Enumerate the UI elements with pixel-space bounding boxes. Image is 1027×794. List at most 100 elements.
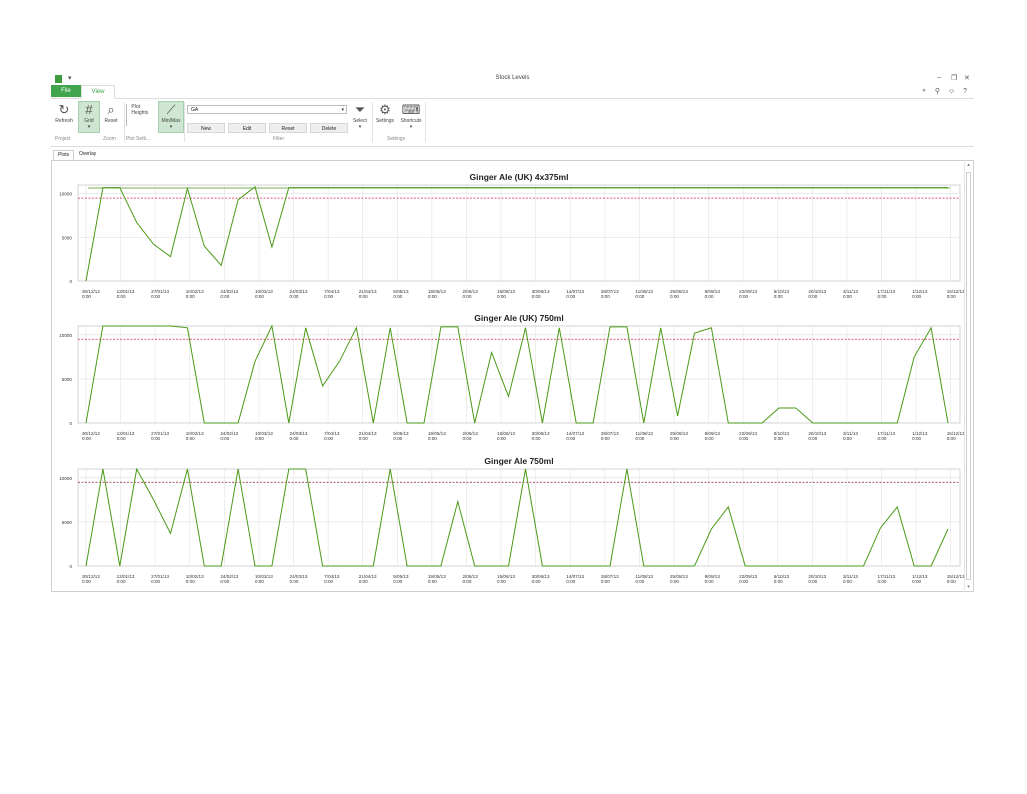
group-label-filter: Filter <box>273 136 285 142</box>
x-tick-time: 0:00 <box>843 436 852 441</box>
x-tick-time: 0:00 <box>497 294 506 299</box>
x-tick-time: 0:00 <box>359 579 368 584</box>
filter-combobox[interactable]: GA ▾ <box>187 105 347 114</box>
x-tick-time: 0:00 <box>255 436 264 441</box>
chart-title: Ginger Ale (UK) 750ml <box>474 313 563 323</box>
reset-filter-button[interactable]: Reset <box>269 123 307 133</box>
x-tick-time: 0:00 <box>912 579 921 584</box>
x-tick-time: 0:00 <box>393 436 402 441</box>
refresh-label: Refresh <box>55 118 73 124</box>
tab-file[interactable]: File <box>51 85 81 97</box>
x-tick-time: 0:00 <box>808 579 817 584</box>
x-tick-time: 0:00 <box>947 579 956 584</box>
refresh-icon: ↻ <box>58 102 70 117</box>
grid-button[interactable]: # Grid ▾ <box>78 101 100 133</box>
x-tick-time: 0:00 <box>670 436 679 441</box>
scroll-up-arrow[interactable]: ▴ <box>965 162 972 168</box>
plot-area <box>77 184 961 282</box>
refresh-button[interactable]: ↻ Refresh <box>53 102 75 124</box>
x-tick-time: 0:00 <box>220 436 229 441</box>
line-chart-icon: ⟋ <box>166 102 176 117</box>
edit-filter-button[interactable]: Edit <box>228 123 266 133</box>
x-tick-time: 0:00 <box>566 294 575 299</box>
new-filter-button[interactable]: New <box>187 123 225 133</box>
gear-icon: ⚙ <box>379 102 391 117</box>
x-tick-time: 0:00 <box>670 294 679 299</box>
y-tick-label: 5000 <box>62 520 73 525</box>
chevron-down-icon[interactable]: ▾ <box>341 106 344 115</box>
vertical-scrollbar[interactable]: ▴ ▾ <box>964 162 972 590</box>
y-tick-label: 10000 <box>59 192 72 197</box>
x-tick-time: 0:00 <box>566 579 575 584</box>
x-tick-time: 0:00 <box>82 294 91 299</box>
tab-overlay[interactable]: Overlay <box>75 150 100 159</box>
x-tick-time: 0:00 <box>532 579 541 584</box>
app-window: ▾ Stock Levels – ❐ ✕ File View ⚬ ⚲ ☺ ? ↻… <box>51 72 974 592</box>
x-tick-time: 0:00 <box>324 436 333 441</box>
slider-track[interactable] <box>126 104 127 126</box>
plot-heights-label: Plot Heights <box>131 104 149 116</box>
minimize-button[interactable]: – <box>937 74 941 81</box>
zoom-reset-label: Reset <box>104 118 118 124</box>
delete-filter-button[interactable]: Delete <box>310 123 348 133</box>
restore-button[interactable]: ❐ <box>951 74 957 82</box>
y-tick-label: 0 <box>69 564 72 569</box>
x-tick-time: 0:00 <box>532 436 541 441</box>
chart-title: Ginger Ale (UK) 4x375ml <box>470 172 569 182</box>
chart-title: Ginger Ale 750ml <box>484 456 553 466</box>
scroll-down-arrow[interactable]: ▾ <box>965 584 972 590</box>
x-tick-time: 0:00 <box>739 294 748 299</box>
x-tick-time: 0:00 <box>705 294 714 299</box>
tab-view[interactable]: View <box>81 85 115 99</box>
y-tick-label: 0 <box>69 421 72 426</box>
close-button[interactable]: ✕ <box>964 74 970 82</box>
x-tick-time: 0:00 <box>151 579 160 584</box>
settings-button[interactable]: ⚙ Settings <box>373 102 397 124</box>
x-tick-time: 0:00 <box>878 579 887 584</box>
keyboard-icon: ⌨ <box>401 102 421 117</box>
settings-label: Settings <box>375 118 395 124</box>
x-tick-time: 0:00 <box>428 294 437 299</box>
x-tick-time: 0:00 <box>290 294 299 299</box>
x-tick-time: 0:00 <box>462 436 471 441</box>
group-label-zoom: Zoom <box>103 136 116 142</box>
x-tick-time: 0:00 <box>186 436 195 441</box>
x-tick-time: 0:00 <box>497 579 506 584</box>
x-tick-time: 0:00 <box>497 436 506 441</box>
x-tick-time: 0:00 <box>739 579 748 584</box>
x-tick-time: 0:00 <box>359 436 368 441</box>
x-tick-time: 0:00 <box>393 579 402 584</box>
x-tick-time: 0:00 <box>635 579 644 584</box>
y-tick-label: 5000 <box>62 377 73 382</box>
x-tick-time: 0:00 <box>808 294 817 299</box>
group-label-project: Project <box>55 136 71 142</box>
divider <box>425 102 426 142</box>
y-tick-label: 5000 <box>62 235 73 240</box>
min-max-dropdown-icon: ▾ <box>169 124 173 130</box>
plot-area <box>77 468 961 567</box>
x-tick-time: 0:00 <box>843 579 852 584</box>
x-tick-time: 0:00 <box>462 579 471 584</box>
help-icons[interactable]: ⚬ ⚲ ☺ ? <box>921 87 970 95</box>
x-tick-time: 0:00 <box>117 436 126 441</box>
x-tick-time: 0:00 <box>947 294 956 299</box>
x-tick-time: 0:00 <box>774 579 783 584</box>
select-filter-button[interactable]: ⏷ Select ▾ <box>350 102 370 130</box>
grid-icon: # <box>85 102 93 117</box>
zoom-reset-button[interactable]: ⌕ Reset <box>101 102 121 124</box>
x-tick-time: 0:00 <box>843 294 852 299</box>
x-tick-time: 0:00 <box>878 294 887 299</box>
x-tick-time: 0:00 <box>601 436 610 441</box>
document-tabs: Plots Overlay <box>51 149 974 161</box>
x-tick-time: 0:00 <box>601 294 610 299</box>
min-max-button[interactable]: ⟋ Min/Max ▾ <box>158 101 184 133</box>
x-tick-time: 0:00 <box>82 436 91 441</box>
scroll-thumb[interactable] <box>966 172 971 580</box>
plot-area <box>77 325 961 424</box>
x-tick-time: 0:00 <box>186 294 195 299</box>
x-tick-time: 0:00 <box>774 294 783 299</box>
shortcuts-button[interactable]: ⌨ Shortcuts ▾ <box>398 102 424 130</box>
x-tick-time: 0:00 <box>705 579 714 584</box>
plot-heights-control[interactable]: Plot Heights <box>126 104 154 126</box>
x-tick-time: 0:00 <box>739 436 748 441</box>
